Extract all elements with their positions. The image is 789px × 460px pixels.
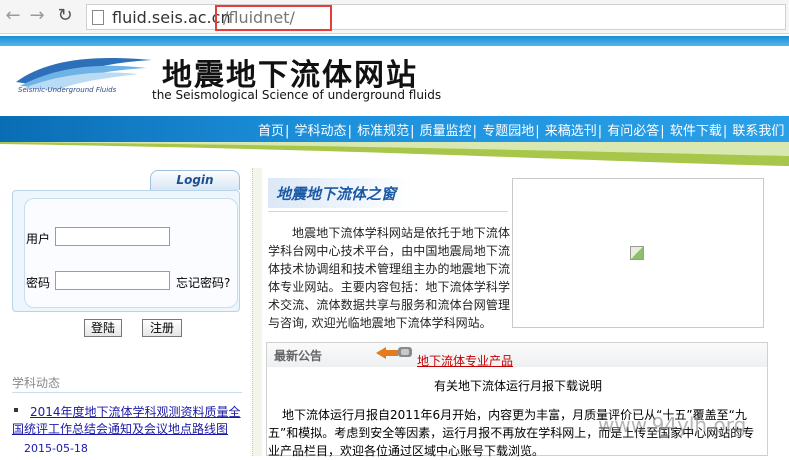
- watermark-text: www.94ylh.org: [598, 413, 747, 437]
- broken-image-icon: [630, 246, 644, 260]
- site-logo[interactable]: Seismic-Underground Fluids 地震地下流体网站 the …: [10, 48, 452, 106]
- username-label: 用户: [26, 232, 51, 246]
- product-link[interactable]: 地下流体专业产品: [417, 352, 513, 369]
- column-divider: [252, 168, 262, 456]
- notice-heading[interactable]: 有关地下流体运行月报下载说明: [268, 377, 768, 394]
- nav-item-standards[interactable]: 标准规范: [357, 124, 409, 139]
- register-button[interactable]: 注册: [142, 319, 182, 337]
- nav-item-discipline-news[interactable]: 学科动态: [295, 124, 347, 139]
- discipline-news-title: 学科动态: [12, 376, 61, 390]
- about-text: 地震地下流体学科网站是依托于地下流体学科台网中心技术平台，由中国地震局地下流体技…: [268, 226, 510, 330]
- login-button[interactable]: 登陆: [84, 319, 122, 337]
- url-host: fluid.seis.ac.cn: [112, 8, 231, 27]
- page-icon: [92, 10, 104, 25]
- section-divider: [12, 392, 242, 393]
- decorative-green-curve: [0, 142, 789, 166]
- forward-arrow-icon[interactable]: →: [26, 5, 48, 27]
- header-top-stripe: [0, 36, 789, 46]
- nav-item-home[interactable]: 首页: [258, 124, 284, 139]
- url-path-highlight: /fluidnet/: [215, 5, 332, 31]
- nav-item-contact[interactable]: 联系我们: [732, 124, 784, 139]
- password-input[interactable]: [55, 271, 170, 290]
- nav-item-downloads[interactable]: 软件下载: [670, 124, 722, 139]
- nav-item-qa[interactable]: 有问必答: [607, 124, 659, 139]
- nav-menu: 首页| 学科动态| 标准规范| 质量监控| 专题园地| 来稿选刊| 有问必答| …: [258, 124, 785, 139]
- notice-title: 最新公告: [274, 349, 323, 363]
- back-arrow-icon[interactable]: ←: [2, 5, 24, 27]
- news-item-date: 2015-05-18: [24, 442, 88, 455]
- about-title: 地震地下流体之窗: [268, 178, 414, 208]
- news-item-link[interactable]: 2014年度地下流体学科观测资料质量全国统评工作总结会通知及会议地点路线图: [12, 404, 244, 438]
- main-nav: 首页| 学科动态| 标准规范| 质量监控| 专题园地| 来稿选刊| 有问必答| …: [0, 116, 789, 142]
- username-input[interactable]: [55, 227, 170, 246]
- login-form: [24, 198, 238, 308]
- logo-subtitle: Seismic-Underground Fluids: [18, 86, 117, 94]
- site-title-en: the Seismological Science of underground…: [152, 88, 442, 102]
- login-tab: Login: [150, 170, 240, 190]
- nav-item-quality[interactable]: 质量监控: [420, 124, 472, 139]
- nav-item-submissions[interactable]: 来稿选刊: [545, 124, 597, 139]
- nav-item-topics[interactable]: 专题园地: [482, 124, 534, 139]
- reload-icon[interactable]: ↻: [54, 5, 76, 27]
- about-divider: [268, 211, 508, 212]
- address-bar[interactable]: fluid.seis.ac.cn /fluidnet/: [86, 4, 786, 31]
- forgot-password-link[interactable]: 忘记密码?: [176, 274, 230, 291]
- password-label: 密码: [26, 276, 51, 290]
- browser-toolbar: ← → ↻ fluid.seis.ac.cn /fluidnet/: [0, 0, 789, 34]
- notice-header: [267, 343, 767, 367]
- product-arrow-icon: [376, 347, 412, 359]
